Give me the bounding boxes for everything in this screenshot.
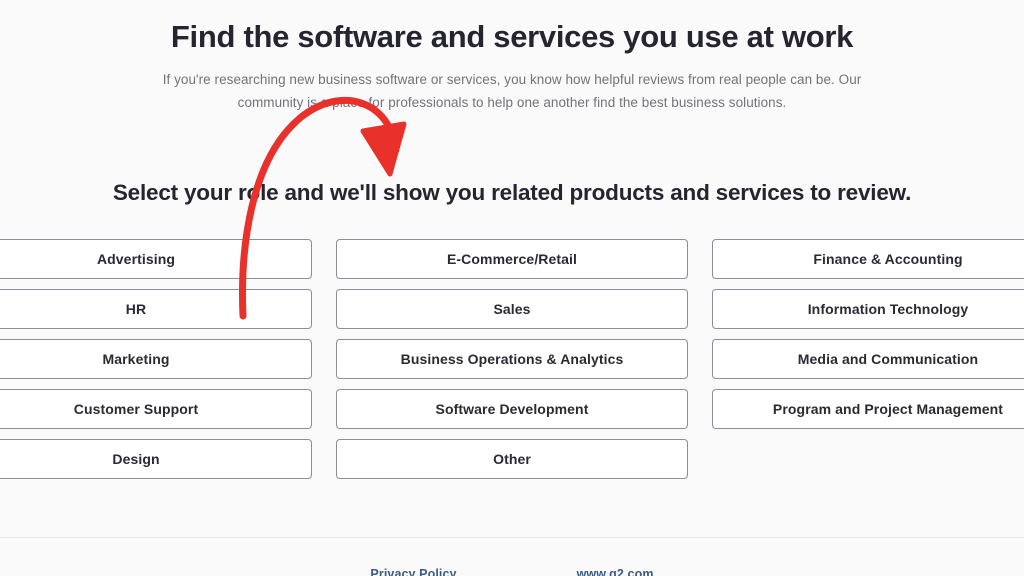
role-button-other[interactable]: Other <box>336 439 688 479</box>
role-selection-grid: Advertising HR Marketing Customer Suppor… <box>0 239 1024 479</box>
role-button-software-development[interactable]: Software Development <box>336 389 688 429</box>
role-button-customer-support[interactable]: Customer Support <box>0 389 312 429</box>
page-title: Find the software and services you use a… <box>170 19 854 54</box>
role-button-marketing[interactable]: Marketing <box>0 339 312 379</box>
page-subtitle: If you're researching new business softw… <box>162 72 862 111</box>
page-root: Find the software and services you use a… <box>0 0 1024 576</box>
role-button-hr[interactable]: HR <box>0 289 312 329</box>
role-button-media-and-communication[interactable]: Media and Communication <box>712 339 1024 379</box>
role-button-information-technology[interactable]: Information Technology <box>712 289 1024 329</box>
footer-links: Privacy Policy www.g2.com <box>0 567 1024 576</box>
role-button-advertising[interactable]: Advertising <box>0 239 312 279</box>
role-button-design[interactable]: Design <box>0 439 312 479</box>
role-button-finance-accounting[interactable]: Finance & Accounting <box>712 239 1024 279</box>
role-button-sales[interactable]: Sales <box>336 289 688 329</box>
arrow-head-icon <box>360 121 407 177</box>
role-button-ecommerce-retail[interactable]: E-Commerce/Retail <box>336 239 688 279</box>
role-button-business-operations-analytics[interactable]: Business Operations & Analytics <box>336 339 688 379</box>
role-button-program-and-project-management[interactable]: Program and Project Management <box>712 389 1024 429</box>
hero-section: Find the software and services you use a… <box>0 0 1024 115</box>
role-column-2: E-Commerce/Retail Sales Business Operati… <box>336 239 688 479</box>
role-prompt-heading: Select your role and we'll show you rela… <box>112 180 912 205</box>
role-column-3: Finance & Accounting Information Technol… <box>712 239 1024 479</box>
role-column-1: Advertising HR Marketing Customer Suppor… <box>0 239 312 479</box>
privacy-policy-link[interactable]: Privacy Policy <box>370 567 456 576</box>
site-url-link[interactable]: www.g2.com <box>577 567 654 576</box>
